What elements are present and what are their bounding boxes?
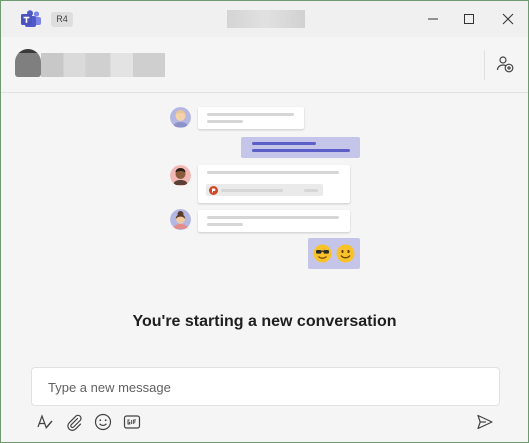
gif-button[interactable] bbox=[121, 411, 143, 433]
person-avatar-icon bbox=[170, 107, 191, 128]
send-button[interactable] bbox=[474, 411, 496, 433]
gif-icon bbox=[123, 415, 141, 429]
maximize-icon bbox=[464, 14, 474, 24]
chat-header bbox=[1, 37, 528, 93]
teams-window: R4 You're starting a new conversation Ty… bbox=[0, 0, 529, 443]
person-avatar-icon bbox=[170, 209, 191, 230]
send-icon bbox=[477, 414, 493, 430]
title-bar: R4 bbox=[1, 1, 528, 37]
window-title-redacted bbox=[227, 10, 305, 28]
chat-name-redacted[interactable] bbox=[41, 53, 165, 77]
emoji-icon bbox=[94, 413, 112, 431]
add-people-button[interactable] bbox=[493, 52, 517, 76]
smile-emoji-icon bbox=[336, 244, 355, 263]
tenant-badge[interactable]: R4 bbox=[51, 12, 73, 27]
compose-box[interactable] bbox=[31, 367, 500, 407]
emoji-button[interactable] bbox=[92, 411, 114, 433]
minimize-button[interactable] bbox=[416, 7, 450, 31]
message-card bbox=[198, 107, 304, 129]
powerpoint-icon bbox=[209, 185, 218, 195]
teams-logo bbox=[21, 10, 41, 27]
close-icon bbox=[502, 13, 514, 25]
format-icon bbox=[37, 414, 53, 429]
maximize-button[interactable] bbox=[452, 7, 486, 31]
message-input[interactable] bbox=[46, 368, 490, 407]
sunglasses-emoji-icon bbox=[313, 244, 332, 263]
self-message-card bbox=[241, 137, 360, 158]
empty-state-headline: You're starting a new conversation bbox=[132, 313, 397, 330]
add-people-icon bbox=[496, 56, 514, 73]
person-avatar-icon bbox=[170, 165, 191, 186]
emoji-message-card bbox=[308, 238, 360, 269]
file-attachment bbox=[206, 184, 323, 196]
close-button[interactable] bbox=[491, 7, 525, 31]
message-card bbox=[198, 165, 350, 203]
format-button[interactable] bbox=[34, 411, 56, 433]
avatar[interactable] bbox=[15, 49, 41, 77]
attach-button[interactable] bbox=[63, 411, 85, 433]
message-card bbox=[198, 210, 350, 232]
minimize-icon bbox=[428, 18, 438, 20]
attach-icon bbox=[67, 414, 82, 431]
header-divider bbox=[484, 50, 485, 80]
